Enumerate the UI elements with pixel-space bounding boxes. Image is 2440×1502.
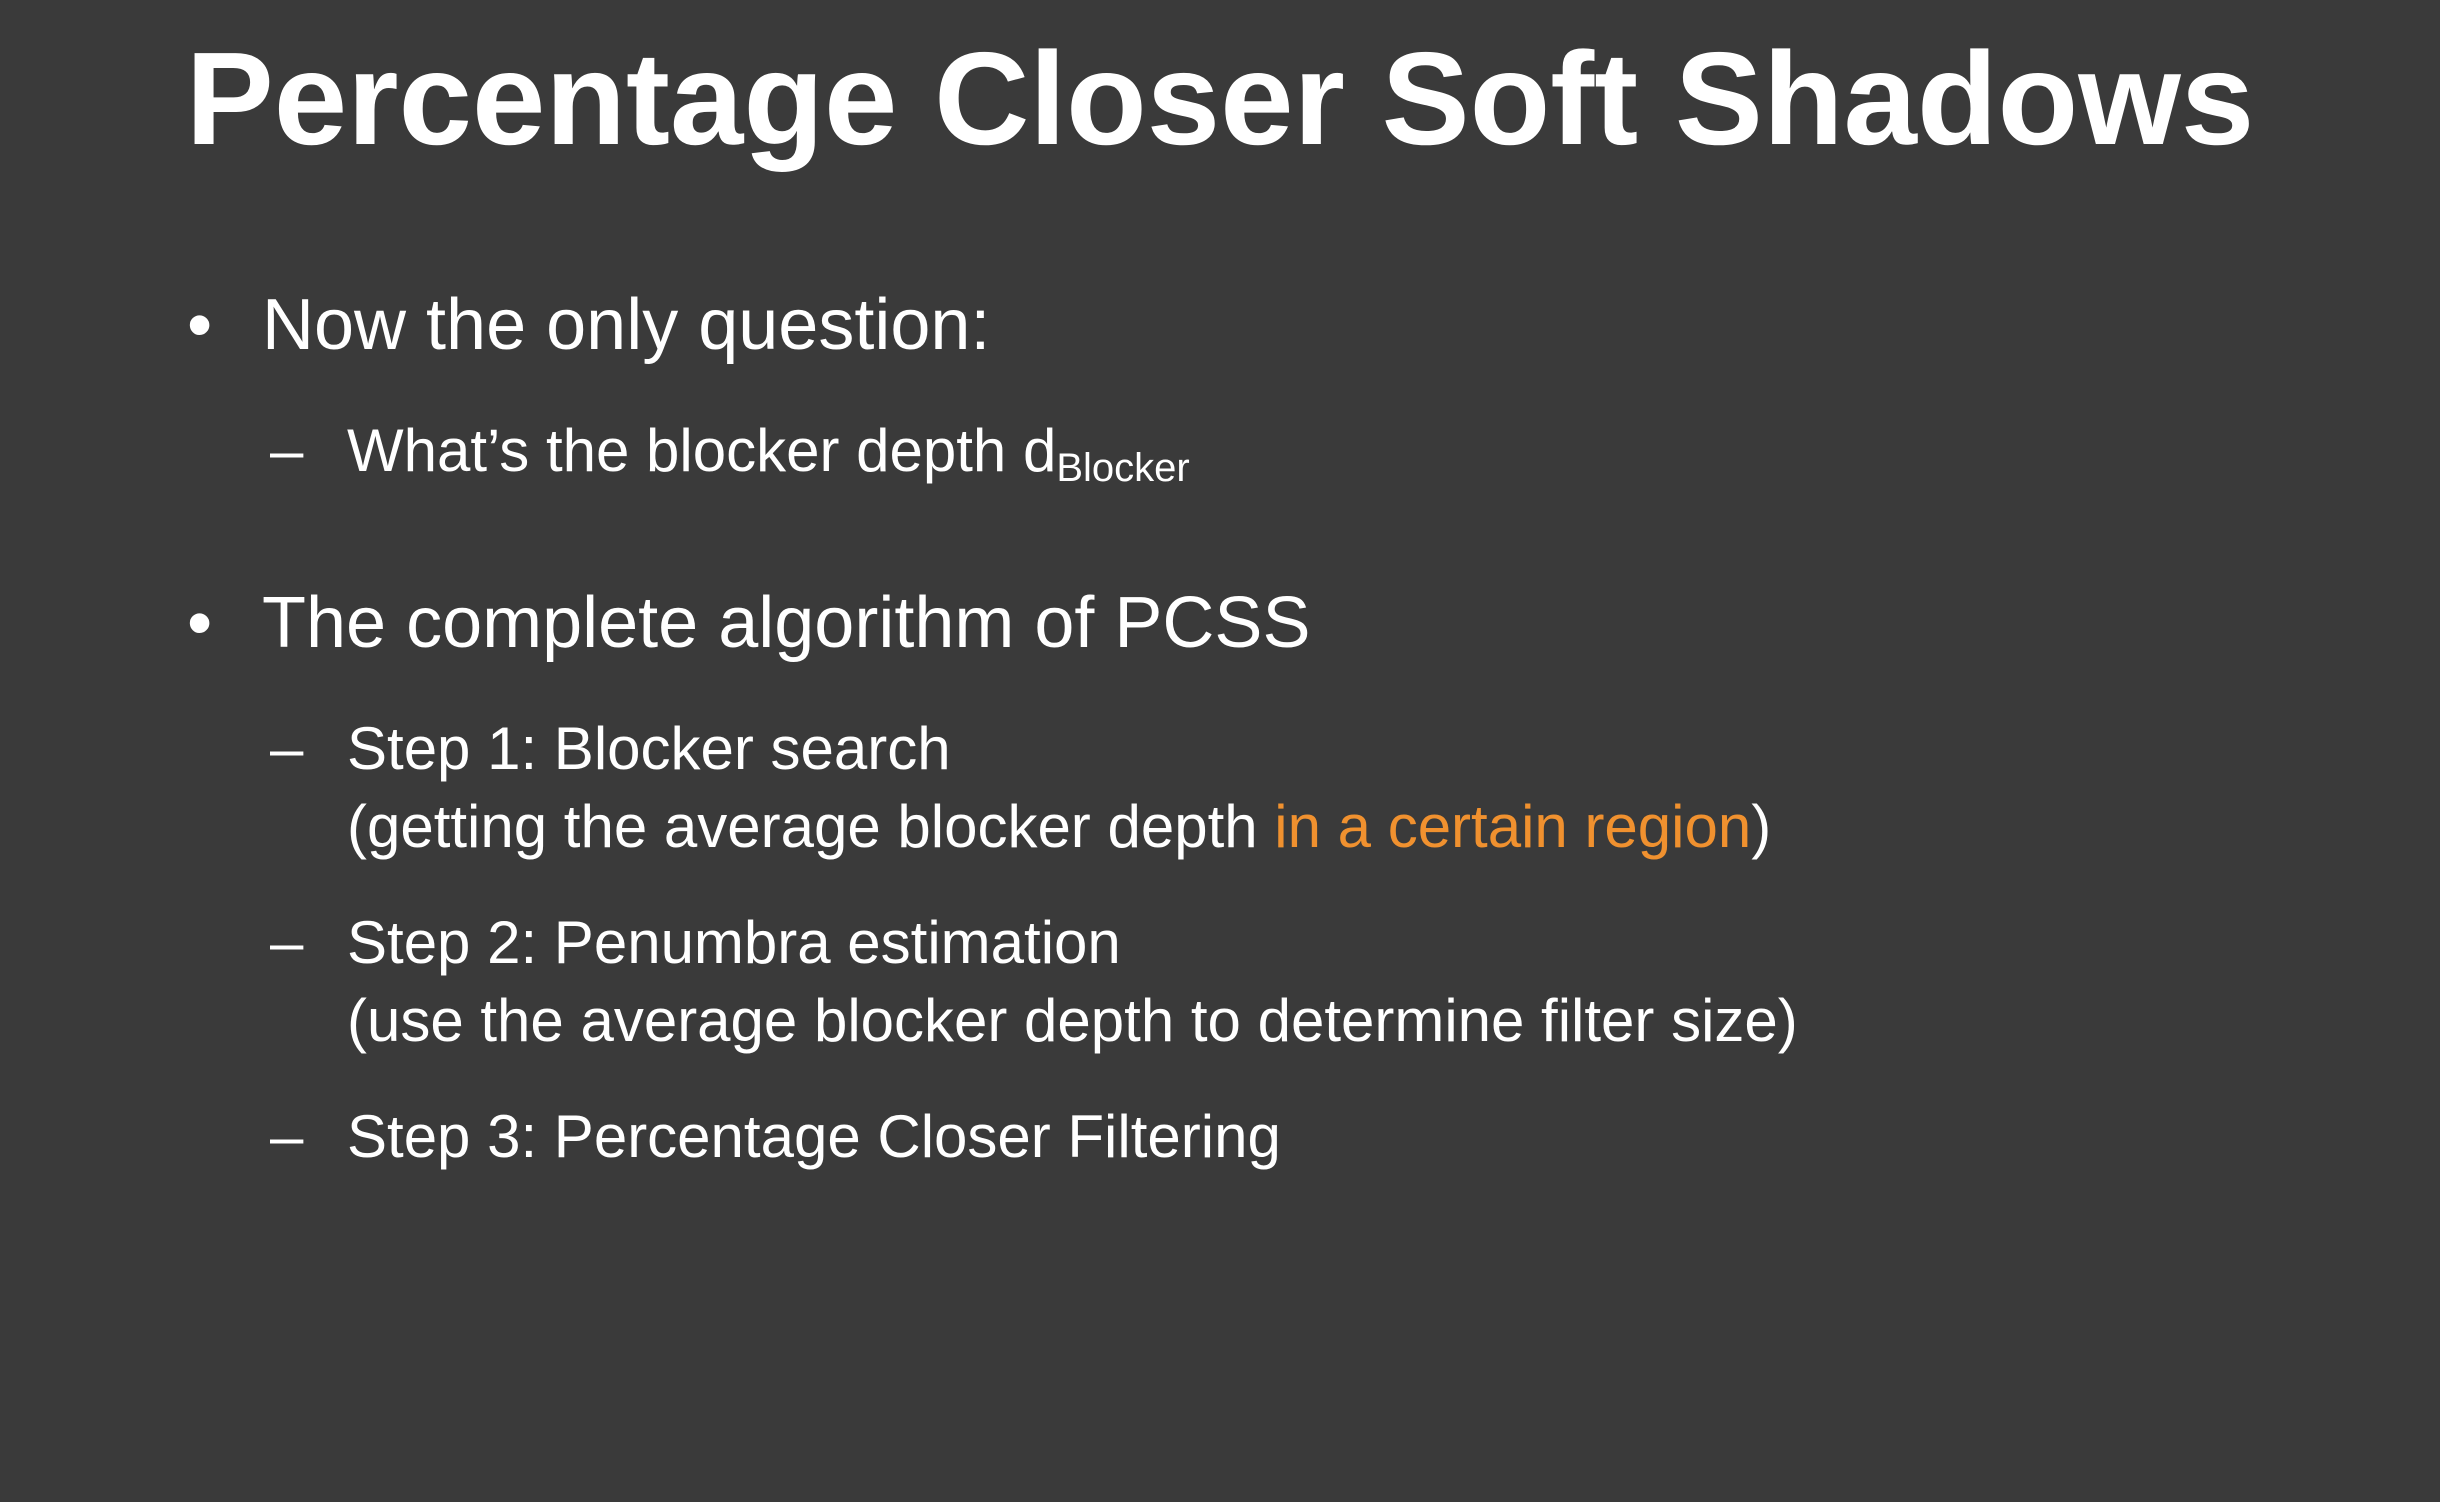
slide: Percentage Closer Soft Shadows • Now the… bbox=[0, 0, 2440, 1502]
dash-icon: – bbox=[270, 417, 304, 484]
bullet-text: The complete algorithm of PCSS bbox=[262, 583, 1311, 663]
bullet-dot-icon: • bbox=[187, 583, 213, 663]
step-1-description-prefix: (getting the average blocker depth bbox=[347, 793, 1275, 860]
step-2-description: (use the average blocker depth to determ… bbox=[347, 987, 1798, 1054]
step-1-description: (getting the average blocker depth in a … bbox=[347, 788, 1771, 866]
slide-title: Percentage Closer Soft Shadows bbox=[185, 25, 2255, 172]
subitem-text: What’s the blocker depth d bbox=[347, 417, 1057, 484]
step-1-title: Step 1: Blocker search bbox=[347, 715, 951, 782]
dash-icon: – bbox=[270, 1103, 304, 1170]
bullet-dot-icon: • bbox=[187, 285, 213, 365]
step-1-description-suffix: ) bbox=[1751, 793, 1772, 860]
highlighted-text: in a certain region bbox=[1274, 793, 1752, 860]
step-2-title: Step 2: Penumbra estimation bbox=[347, 909, 1121, 976]
dash-icon: – bbox=[270, 909, 304, 976]
dash-icon: – bbox=[270, 715, 304, 782]
step-3-title: Step 3: Percentage Closer Filtering bbox=[347, 1103, 1281, 1170]
subscript-text: Blocker bbox=[1056, 446, 1190, 490]
bullet-text: Now the only question: bbox=[262, 285, 991, 365]
